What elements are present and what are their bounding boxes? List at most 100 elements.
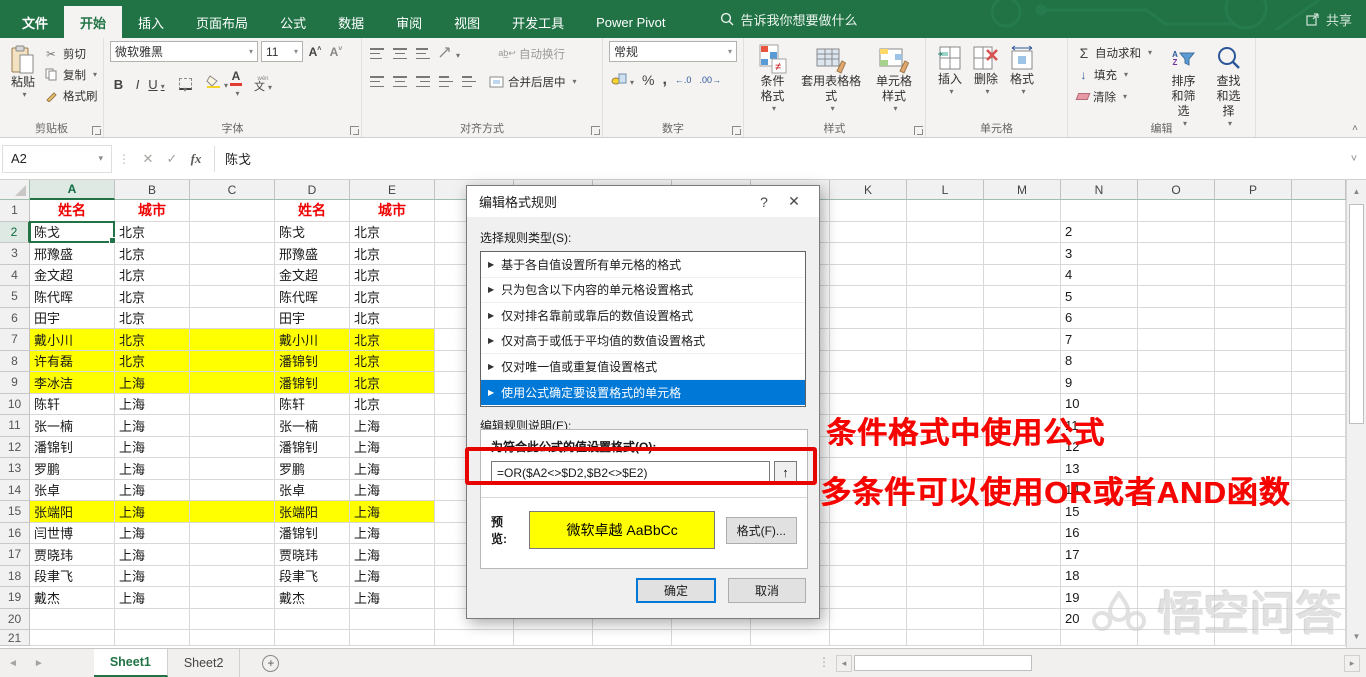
cell-D17[interactable]: 贾晓玮 bbox=[275, 544, 350, 566]
cell-B3[interactable]: 北京 bbox=[115, 243, 190, 265]
cell-A8[interactable]: 许有磊 bbox=[30, 351, 115, 373]
tab-Power Pivot[interactable]: Power Pivot bbox=[580, 6, 681, 38]
cell-M20[interactable] bbox=[984, 609, 1061, 631]
delete-cells-button[interactable]: 删除 bbox=[968, 41, 1004, 100]
cell-A18[interactable]: 段聿飞 bbox=[30, 566, 115, 588]
tab-开始[interactable]: 开始 bbox=[64, 6, 122, 38]
cell-X17[interactable] bbox=[1292, 544, 1346, 566]
cell-C7[interactable] bbox=[190, 329, 275, 351]
clipboard-dialog-launcher[interactable] bbox=[92, 126, 101, 135]
cell-B6[interactable]: 北京 bbox=[115, 308, 190, 330]
cell-E9[interactable]: 北京 bbox=[350, 372, 435, 394]
cell-X4[interactable] bbox=[1292, 265, 1346, 287]
cell-M5[interactable] bbox=[984, 286, 1061, 308]
cell-A9[interactable]: 李冰洁 bbox=[30, 372, 115, 394]
cell-O18[interactable] bbox=[1138, 566, 1215, 588]
number-dialog-launcher[interactable] bbox=[732, 126, 741, 135]
fill-color-button[interactable] bbox=[206, 75, 228, 93]
cell-X15[interactable] bbox=[1292, 501, 1346, 523]
cell-P7[interactable] bbox=[1215, 329, 1292, 351]
cell-B12[interactable]: 上海 bbox=[115, 437, 190, 459]
column-header-P[interactable]: P bbox=[1215, 180, 1292, 200]
cell-M3[interactable] bbox=[984, 243, 1061, 265]
cell-K8[interactable] bbox=[830, 351, 907, 373]
cell-D18[interactable]: 段聿飞 bbox=[275, 566, 350, 588]
row-header-7[interactable]: 7 bbox=[0, 329, 30, 351]
tab-页面布局[interactable]: 页面布局 bbox=[180, 6, 264, 38]
cell-B19[interactable]: 上海 bbox=[115, 587, 190, 609]
cell-C12[interactable] bbox=[190, 437, 275, 459]
cell-E3[interactable]: 北京 bbox=[350, 243, 435, 265]
cell-O2[interactable] bbox=[1138, 222, 1215, 244]
cell-N8[interactable]: 8 bbox=[1061, 351, 1138, 373]
cell-K18[interactable] bbox=[830, 566, 907, 588]
orientation-button[interactable] bbox=[439, 45, 460, 63]
cell-P3[interactable] bbox=[1215, 243, 1292, 265]
format-cells-button[interactable]: 格式 bbox=[1004, 41, 1040, 100]
cell-X20[interactable] bbox=[1292, 609, 1346, 631]
increase-decimal-button[interactable]: ←.0 bbox=[675, 75, 692, 85]
row-header-6[interactable]: 6 bbox=[0, 308, 30, 330]
vertical-scrollbar[interactable]: ▲ ▼ bbox=[1346, 180, 1366, 648]
cell-E10[interactable]: 北京 bbox=[350, 394, 435, 416]
cell-P2[interactable] bbox=[1215, 222, 1292, 244]
cell-X12[interactable] bbox=[1292, 437, 1346, 459]
decrease-decimal-button[interactable]: .00→ bbox=[699, 75, 721, 85]
cell-E4[interactable]: 北京 bbox=[350, 265, 435, 287]
cell-X11[interactable] bbox=[1292, 415, 1346, 437]
cell-O5[interactable] bbox=[1138, 286, 1215, 308]
cell-A13[interactable]: 罗鹏 bbox=[30, 458, 115, 480]
cell-B13[interactable]: 上海 bbox=[115, 458, 190, 480]
column-header-B[interactable]: B bbox=[115, 180, 190, 200]
cell-X7[interactable] bbox=[1292, 329, 1346, 351]
rule-type-option-3[interactable]: ▶仅对排名靠前或靠后的数值设置格式 bbox=[481, 303, 805, 329]
cell-X1[interactable] bbox=[1292, 200, 1346, 222]
cell-E12[interactable]: 上海 bbox=[350, 437, 435, 459]
cell-O7[interactable] bbox=[1138, 329, 1215, 351]
cell-P8[interactable] bbox=[1215, 351, 1292, 373]
accounting-format-button[interactable] bbox=[611, 73, 634, 88]
increase-indent-icon[interactable] bbox=[462, 76, 476, 87]
cell-A1[interactable]: 姓名 bbox=[30, 200, 115, 222]
column-header-C[interactable]: C bbox=[190, 180, 275, 200]
column-header-N[interactable]: N bbox=[1061, 180, 1138, 200]
tab-数据[interactable]: 数据 bbox=[322, 6, 380, 38]
styles-dialog-launcher[interactable] bbox=[914, 126, 923, 135]
cell-O8[interactable] bbox=[1138, 351, 1215, 373]
scroll-left-icon[interactable]: ◂ bbox=[836, 655, 852, 672]
cell-X9[interactable] bbox=[1292, 372, 1346, 394]
cell-L9[interactable] bbox=[907, 372, 984, 394]
cell-B5[interactable]: 北京 bbox=[115, 286, 190, 308]
cell-A10[interactable]: 陈轩 bbox=[30, 394, 115, 416]
cell-E13[interactable]: 上海 bbox=[350, 458, 435, 480]
cell-D7[interactable]: 戴小川 bbox=[275, 329, 350, 351]
insert-cells-button[interactable]: 插入 bbox=[932, 41, 968, 100]
cell-D1[interactable]: 姓名 bbox=[275, 200, 350, 222]
tab-视图[interactable]: 视图 bbox=[438, 6, 496, 38]
dialog-title-bar[interactable]: 编辑格式规则 ? ✕ bbox=[467, 186, 819, 217]
row-header-1[interactable]: 1 bbox=[0, 200, 30, 222]
cell-P5[interactable] bbox=[1215, 286, 1292, 308]
cell-K2[interactable] bbox=[830, 222, 907, 244]
cell-L19[interactable] bbox=[907, 587, 984, 609]
cell-L8[interactable] bbox=[907, 351, 984, 373]
cell-E1[interactable]: 城市 bbox=[350, 200, 435, 222]
scroll-right-icon[interactable]: ▸ bbox=[1344, 655, 1360, 672]
sheet-tab-Sheet1[interactable]: Sheet1 bbox=[94, 649, 168, 677]
cell-O20[interactable] bbox=[1138, 609, 1215, 631]
cell-E20[interactable] bbox=[350, 609, 435, 631]
cell-A7[interactable]: 戴小川 bbox=[30, 329, 115, 351]
cell-A19[interactable]: 戴杰 bbox=[30, 587, 115, 609]
cell-O3[interactable] bbox=[1138, 243, 1215, 265]
cell-E11[interactable]: 上海 bbox=[350, 415, 435, 437]
sheet-tab-Sheet2[interactable]: Sheet2 bbox=[168, 649, 241, 677]
cell-M4[interactable] bbox=[984, 265, 1061, 287]
cell-A15[interactable]: 张端阳 bbox=[30, 501, 115, 523]
name-box[interactable]: A2 ▾ bbox=[2, 145, 112, 173]
cell-N1[interactable] bbox=[1061, 200, 1138, 222]
horizontal-scrollbar-thumb[interactable] bbox=[854, 655, 1032, 671]
cell-D11[interactable]: 张一楠 bbox=[275, 415, 350, 437]
cell-C13[interactable] bbox=[190, 458, 275, 480]
new-sheet-button[interactable]: + bbox=[262, 655, 279, 672]
cell-C1[interactable] bbox=[190, 200, 275, 222]
